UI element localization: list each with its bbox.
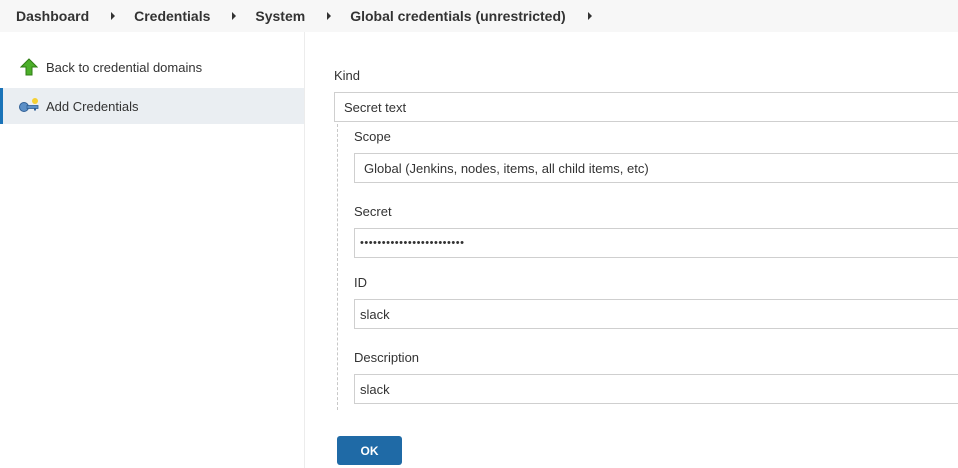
sidebar-item-label: Back to credential domains <box>46 59 203 75</box>
chevron-right-icon[interactable] <box>587 12 592 20</box>
secret-label: Secret <box>354 204 392 219</box>
sidebar: Back to credential domains Add Credentia… <box>0 32 305 468</box>
description-field[interactable] <box>354 374 958 404</box>
breadcrumb-system[interactable]: System <box>255 8 305 24</box>
key-icon <box>18 96 40 116</box>
kind-label: Kind <box>334 68 361 83</box>
chevron-right-icon[interactable] <box>232 12 237 20</box>
breadcrumb-dashboard[interactable]: Dashboard <box>16 8 89 24</box>
breadcrumb-credentials[interactable]: Credentials <box>134 8 210 24</box>
chevron-right-icon[interactable] <box>327 12 332 20</box>
secret-field[interactable] <box>354 228 958 258</box>
scope-select[interactable]: Global (Jenkins, nodes, items, all child… <box>354 153 958 183</box>
ok-button[interactable]: OK <box>337 436 402 465</box>
nested-fields-border <box>337 124 338 410</box>
id-input[interactable] <box>360 300 958 328</box>
kind-value: Secret text <box>344 99 407 115</box>
sidebar-item-back-to-domains[interactable]: Back to credential domains <box>0 49 304 85</box>
id-label: ID <box>354 275 367 290</box>
up-arrow-icon <box>18 57 40 77</box>
kind-select[interactable]: Secret text <box>334 92 958 122</box>
id-field[interactable] <box>354 299 958 329</box>
scope-value: Global (Jenkins, nodes, items, all child… <box>364 160 649 176</box>
sidebar-item-add-credentials[interactable]: Add Credentials <box>0 88 304 124</box>
breadcrumb: Dashboard Credentials System Global cred… <box>0 0 958 32</box>
breadcrumb-global-credentials[interactable]: Global credentials (unrestricted) <box>350 8 566 24</box>
description-input[interactable] <box>360 375 958 403</box>
sidebar-item-label: Add Credentials <box>46 98 139 114</box>
secret-input[interactable] <box>360 229 958 257</box>
credential-form: Kind Secret text Scope Global (Jenkins, … <box>305 32 958 468</box>
chevron-right-icon[interactable] <box>111 12 116 20</box>
description-label: Description <box>354 350 420 365</box>
scope-label: Scope <box>354 129 391 144</box>
